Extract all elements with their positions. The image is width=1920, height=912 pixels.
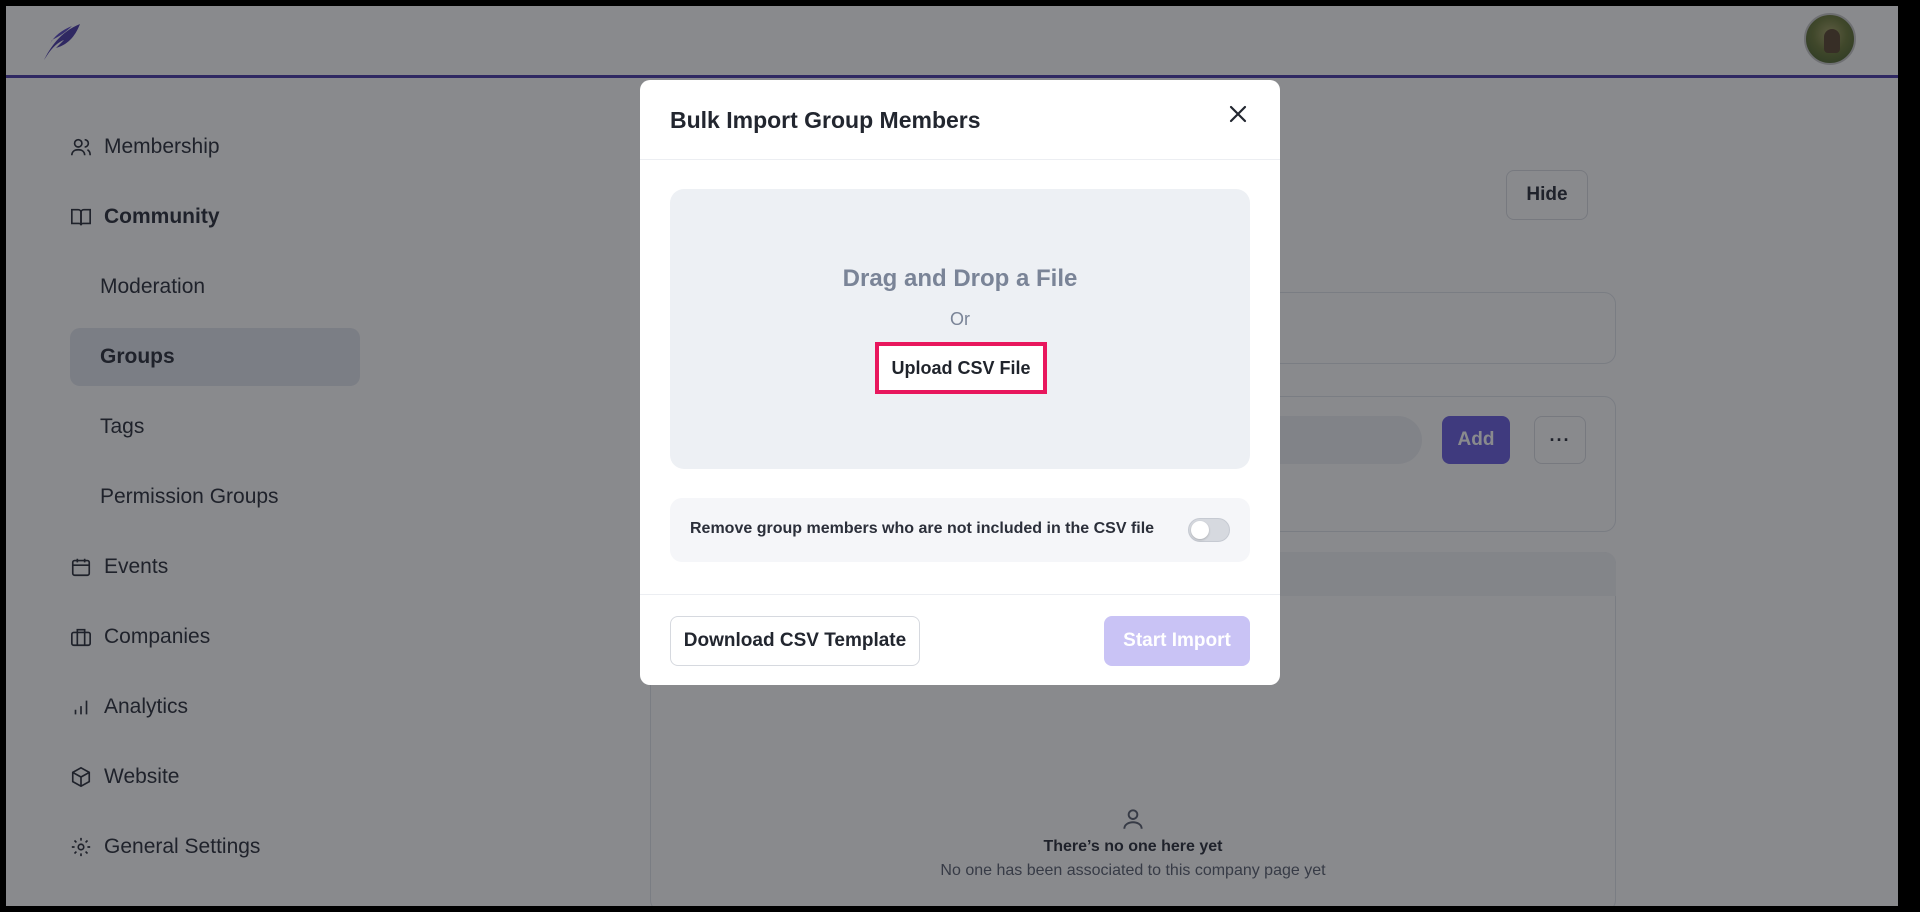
dropzone-title: Drag and Drop a File <box>842 265 1078 292</box>
remove-members-toggle-row: Remove group members who are not include… <box>670 498 1250 562</box>
file-dropzone[interactable]: Drag and Drop a File Or Upload CSV File <box>670 189 1250 469</box>
start-import-button[interactable]: Start Import <box>1104 616 1250 666</box>
remove-members-label: Remove group members who are not include… <box>690 520 1155 537</box>
modal-header: Bulk Import Group Members <box>640 80 1280 160</box>
close-icon <box>1228 104 1248 129</box>
upload-csv-button[interactable]: Upload CSV File <box>875 342 1047 394</box>
modal-title: Bulk Import Group Members <box>670 107 981 133</box>
remove-members-toggle[interactable] <box>1188 518 1230 542</box>
bulk-import-modal: Bulk Import Group Members Drag and Drop … <box>640 80 1280 685</box>
dropzone-or-text: Or <box>950 309 970 329</box>
close-button[interactable] <box>1220 98 1256 134</box>
app-window: Membership Community Moderation Groups T… <box>6 6 1898 906</box>
modal-footer: Download CSV Template Start Import <box>640 594 1280 685</box>
download-csv-template-button[interactable]: Download CSV Template <box>670 616 920 666</box>
